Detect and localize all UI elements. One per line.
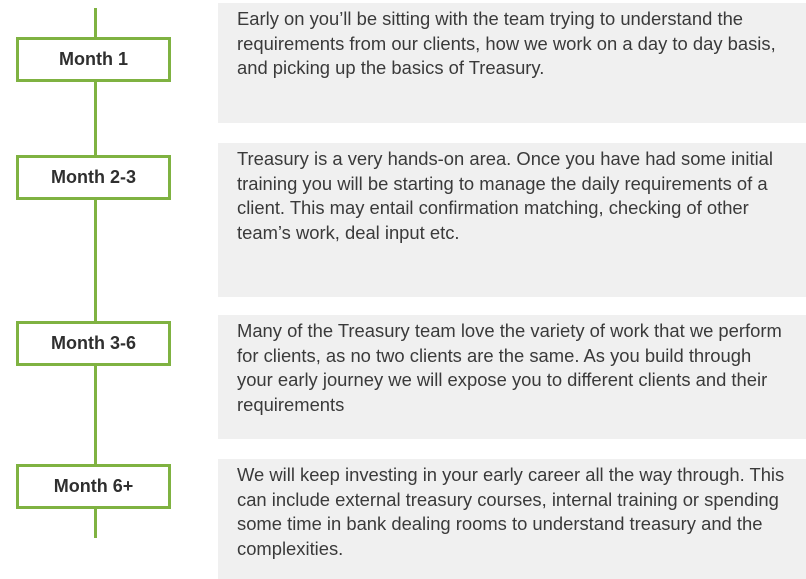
timeline-line: [94, 8, 97, 538]
month-6-plus-label: Month 6+: [16, 464, 171, 509]
month-6-plus-description: We will keep investing in your early car…: [218, 459, 806, 579]
month-2-3-description: Treasury is a very hands-on area. Once y…: [218, 143, 806, 297]
month-3-6-description: Many of the Treasury team love the varie…: [218, 315, 806, 439]
month-1-label: Month 1: [16, 37, 171, 82]
month-2-3-label: Month 2-3: [16, 155, 171, 200]
month-3-6-label: Month 3-6: [16, 321, 171, 366]
month-1-description: Early on you’ll be sitting with the team…: [218, 3, 806, 123]
